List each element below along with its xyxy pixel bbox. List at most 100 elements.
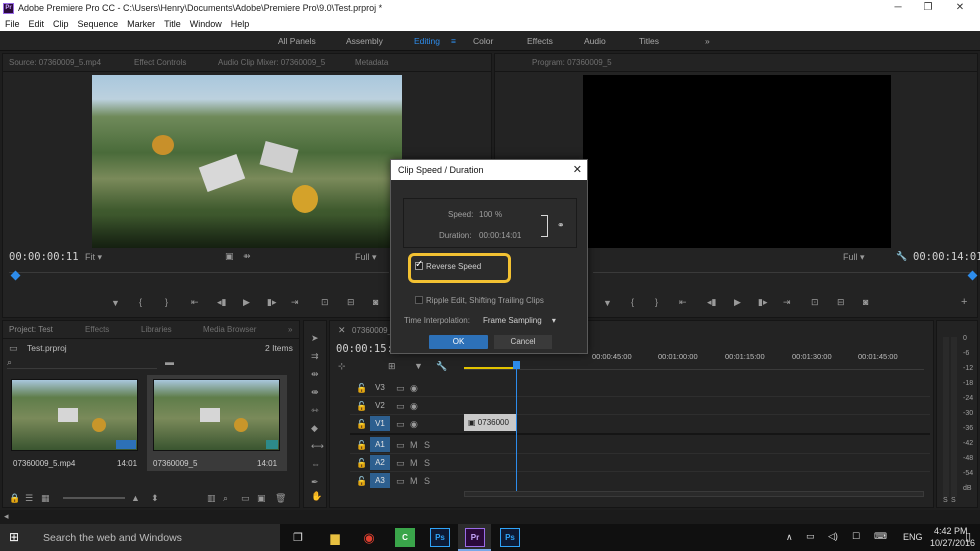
lock-track-icon[interactable]: 🔓 [356,419,367,430]
mark-in-icon[interactable]: { [631,297,634,307]
go-to-out-icon[interactable]: ⇥ [783,297,791,308]
network-icon[interactable]: ▭ [806,531,815,542]
step-back-icon[interactable]: ◂▮ [707,297,716,308]
workspace-all-panels[interactable]: All Panels [278,36,316,46]
eye-icon[interactable]: ◉ [410,419,418,430]
slide-tool-icon[interactable]: ⇔ [311,459,320,469]
new-bin-icon[interactable]: ▭ [241,493,250,504]
menu-window[interactable]: Window [190,19,222,29]
menu-marker[interactable]: Marker [127,19,155,29]
add-marker-icon[interactable]: ▼ [414,361,423,371]
icon-view-icon[interactable]: ▦ [41,493,50,504]
speed-value[interactable]: 100 [479,210,492,219]
lock-track-icon[interactable]: 🔓 [356,458,367,469]
lock-track-icon[interactable]: 🔓 [356,476,367,487]
step-forward-icon[interactable]: ▮▸ [267,297,276,308]
menu-clip[interactable]: Clip [53,19,69,29]
extract-icon[interactable]: ⊟ [837,297,845,308]
sort-order-icon[interactable]: ⬍ [151,493,159,504]
lock-track-icon[interactable]: 🔓 [356,440,367,451]
solo-button[interactable]: S [424,476,430,486]
program-quality-select[interactable]: Full ▾ [843,252,865,263]
notification-icon[interactable]: ☐ [852,531,860,542]
keyboard-icon[interactable]: ⌨ [874,531,887,542]
photoshop-icon-2[interactable]: Ps [500,528,520,547]
sync-lock-icon[interactable]: ▭ [396,419,405,430]
menu-title[interactable]: Title [164,19,181,29]
dialog-close-button[interactable]: ✕ [573,163,582,176]
chrome-icon[interactable]: ◉ [359,528,379,547]
camtasia-icon[interactable]: C [395,528,415,547]
zoom-select[interactable]: Fit ▾ [85,252,102,263]
premiere-icon[interactable]: Pr [465,528,485,547]
step-forward-icon[interactable]: ▮▸ [758,297,767,308]
mute-button[interactable]: M [410,476,418,486]
track-v2[interactable]: V2 [370,398,390,413]
mark-in-icon[interactable]: { [139,297,142,307]
marker-icon[interactable]: ▼ [111,298,120,308]
action-center-icon[interactable]: ▯ [965,530,971,543]
pen-tool-icon[interactable]: ✒ [311,477,319,488]
language-indicator[interactable]: ENG [903,532,923,542]
menu-help[interactable]: Help [231,19,250,29]
add-button-icon[interactable]: + [961,296,967,308]
mark-out-icon[interactable]: } [165,297,168,307]
overwrite-clip-icon[interactable]: ⊟ [347,297,355,308]
source-quality-select[interactable]: Full ▾ [355,252,377,263]
insert-clip-icon[interactable]: ⊡ [321,297,329,308]
menu-edit[interactable]: Edit [29,19,45,29]
sync-lock-icon[interactable]: ▭ [396,383,405,394]
tab-audio-clip-mixer[interactable]: Audio Clip Mixer: 07360009_5 [218,58,325,67]
export-frame-button-icon[interactable]: ◙ [373,297,378,307]
windows-start-icon[interactable]: ⊞ [9,530,19,544]
clip-name[interactable]: 07360009_5.mp4 [13,459,75,468]
lock-track-icon[interactable]: 🔓 [356,401,367,412]
workspace-editing[interactable]: Editing [414,36,440,46]
solo-button[interactable]: S [424,458,430,468]
mute-button[interactable]: M [410,440,418,450]
export-frame-icon[interactable]: ▣ [225,251,234,262]
workspace-effects[interactable]: Effects [527,36,553,46]
rolling-edit-icon[interactable]: ⇼ [311,387,319,398]
timeline-playhead[interactable] [513,361,520,369]
project-search-input[interactable] [7,357,157,369]
hand-tool-icon[interactable]: ✋ [311,491,322,502]
zoom-slider[interactable] [63,497,125,499]
eye-icon[interactable]: ◉ [410,401,418,412]
video-clip[interactable]: ▣ 0736000 [464,414,516,431]
workspace-color[interactable]: Color [473,36,493,46]
track-a2[interactable]: A2 [370,455,390,470]
timeline-settings-icon[interactable]: 🔧 [436,361,447,372]
sort-icon[interactable]: ▲ [131,493,140,503]
clock-time[interactable]: 4:42 PM [934,526,968,536]
go-to-in-icon[interactable]: ⇤ [679,297,687,308]
restore-button[interactable]: ❐ [914,0,942,16]
track-a3[interactable]: A3 [370,473,390,488]
ripple-edit-icon[interactable]: ⇹ [311,369,319,380]
workspace-titles[interactable]: Titles [639,36,659,46]
tab-libraries[interactable]: Libraries [141,325,172,334]
time-interpolation-select[interactable]: Frame Sampling ▾ [483,316,556,325]
track-a1[interactable]: A1 [370,437,390,452]
mute-button[interactable]: M [410,458,418,468]
sync-lock-icon[interactable]: ▭ [396,458,405,469]
workspace-assembly[interactable]: Assembly [346,36,383,46]
automate-icon[interactable]: ▥ [207,493,216,504]
step-back-icon[interactable]: ◂▮ [217,297,226,308]
track-select-icon[interactable]: ⇉ [311,351,319,362]
razor-icon[interactable]: ◆ [311,423,318,434]
tab-overflow-icon[interactable]: » [288,325,292,334]
taskbar-search-box[interactable]: ⊞ Search the web and Windows [0,524,280,551]
time-ruler[interactable] [464,369,924,370]
tab-source[interactable]: Source: 07360009_5.mp4 [9,58,101,67]
close-window-button[interactable]: ✕ [946,0,974,16]
tab-effect-controls[interactable]: Effect Controls [134,58,186,67]
program-scrubber[interactable] [593,272,973,281]
chain-link-icon[interactable]: ⚭ [557,220,565,231]
lock-track-icon[interactable]: 🔓 [356,383,367,394]
mark-out-icon[interactable]: } [655,297,658,307]
play-icon[interactable]: ▶ [734,297,741,308]
linked-selection-icon[interactable]: ⊞ [388,361,396,372]
tab-program[interactable]: Program: 07360009_5 [532,58,612,67]
program-timecode[interactable]: 00:00:14:01 [913,251,980,263]
